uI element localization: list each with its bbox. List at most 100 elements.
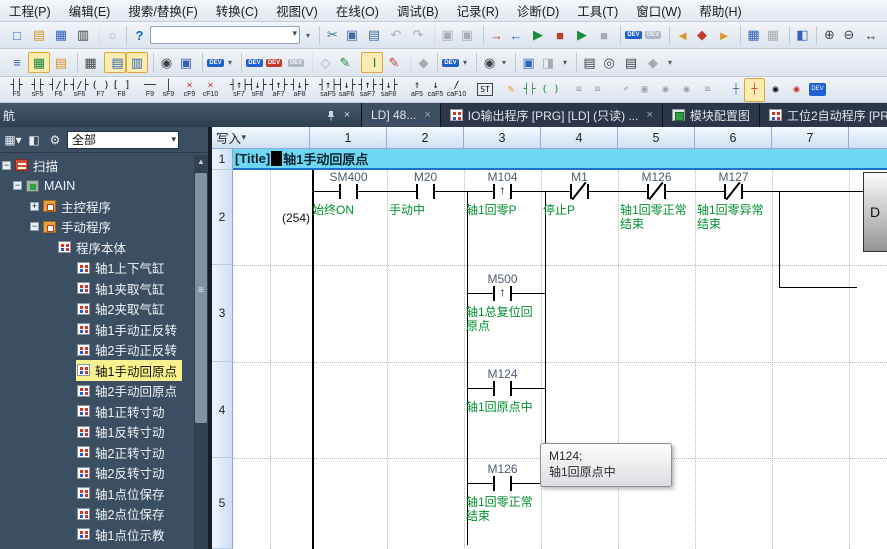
document-tab[interactable]: 工位2自动程序 [PRG] [LD] 20... xyxy=(760,103,887,127)
ladder-contact-cell[interactable]: SM400 ↑ 始终ON xyxy=(310,170,387,242)
delete-vertical-line-button[interactable]: ×cF10 xyxy=(200,78,221,102)
open-project-button[interactable]: ▤ xyxy=(28,25,50,46)
find-contact-button[interactable]: ◉ xyxy=(765,78,786,102)
find-prev-button[interactable]: ◉ xyxy=(655,78,676,102)
new-project-button[interactable]: □ xyxy=(6,25,28,46)
cut-button[interactable]: ✂ xyxy=(319,25,341,46)
pin-icon[interactable] xyxy=(323,107,339,123)
tree-item[interactable]: 轴2手动回原点 xyxy=(0,381,194,402)
expand-toggle[interactable]: − xyxy=(2,161,11,170)
device-display-dropdown-icon[interactable]: ▾ xyxy=(459,52,471,73)
tree-item[interactable]: 轴1点位示教 xyxy=(0,524,194,545)
tree-scrollbar[interactable]: ▲ xyxy=(194,155,208,549)
edit-ladder-button[interactable]: ✎ xyxy=(498,78,519,102)
tree-item[interactable]: 轴2点位保存 xyxy=(0,504,194,525)
ladder-contact-cell[interactable]: M104 ↑ 轴1回零P xyxy=(464,170,541,242)
menu-item[interactable]: 转换(C) xyxy=(207,0,267,22)
document-tab[interactable]: IO输出程序 [PRG] [LD] (只读) ... × xyxy=(441,103,663,127)
row-number[interactable]: 3 xyxy=(212,265,233,362)
tree-item[interactable]: 轴2反转寸动 xyxy=(0,463,194,484)
menu-item[interactable]: 诊断(D) xyxy=(508,0,568,22)
tab-close-icon[interactable]: × xyxy=(424,109,430,121)
statement-edit-button[interactable]: I xyxy=(361,52,383,73)
screen-find-button[interactable]: ▣ xyxy=(515,52,537,73)
falling-pulse-close-branch-button[interactable]: ┤↓├saF8 xyxy=(378,78,399,102)
statement-next-button[interactable]: ► xyxy=(713,25,735,46)
device-entry-monitor-button[interactable]: DEV xyxy=(241,52,263,73)
tree-item[interactable]: 轴1点位保存 xyxy=(0,483,194,504)
start-watch-button[interactable]: ▶ xyxy=(527,25,549,46)
row-number[interactable]: 4 xyxy=(212,362,233,458)
document-tab[interactable]: 模块配置图 xyxy=(663,103,760,127)
rising-pulse-branch-button[interactable]: ┤↑├saF5 xyxy=(315,78,336,102)
copy-button[interactable]: ▣ xyxy=(341,25,363,46)
tree-item[interactable]: + 主控程序 xyxy=(0,196,194,217)
menu-item[interactable]: 工程(P) xyxy=(0,0,60,22)
ladder-contact-cell[interactable]: M1 ↑ 停止P xyxy=(541,170,618,242)
run-write-mode-button[interactable]: ▦ xyxy=(28,52,50,73)
device-display-button[interactable]: DEV xyxy=(437,52,459,73)
result-rising-pulse-button[interactable]: ↓caF5 xyxy=(425,78,446,102)
falling-pulse-close-button[interactable]: ┤↓├aF8 xyxy=(289,78,310,102)
tree-item[interactable]: 轴2正转寸动 xyxy=(0,442,194,463)
tree-filter-dropdown[interactable]: 全部 xyxy=(67,131,179,149)
row-number[interactable]: 1 xyxy=(212,149,233,170)
intelligent-function-button[interactable]: ▤ xyxy=(576,52,598,73)
tree-item[interactable]: 轴1手动正反转 xyxy=(0,319,194,340)
result-invert-button[interactable]: ∕caF10 xyxy=(446,78,467,102)
rising-pulse-close-branch-button[interactable]: ┤↑├saF7 xyxy=(357,78,378,102)
tree-item[interactable]: 轴1夹取气缸 xyxy=(0,278,194,299)
device-test-button[interactable]: DEV xyxy=(620,25,642,46)
user-library-button[interactable]: ◆ xyxy=(642,52,664,73)
tree-item[interactable]: 轴2夹取气缸 xyxy=(0,299,194,320)
tree-item[interactable]: 轴1手动回原点 xyxy=(0,360,194,381)
ladder-contact-cell[interactable]: M124 ↑ 轴1回原点中 xyxy=(464,367,541,439)
device-block-monitor-button[interactable]: DEV xyxy=(285,52,307,73)
device-find-button[interactable]: ◉ xyxy=(476,52,498,73)
document-tab[interactable]: LD] 48... × xyxy=(362,103,441,127)
menu-item[interactable]: 在线(O) xyxy=(327,0,388,22)
paste-special-button[interactable]: ▣ xyxy=(434,25,456,46)
statement-prev-button[interactable]: ◄ xyxy=(669,25,691,46)
horizontal-line-button[interactable]: ──F9 xyxy=(137,78,158,102)
ladder-contact-cell[interactable]: M126 ↑ 轴1回零正常结束 xyxy=(618,170,695,242)
expand-toggle[interactable]: − xyxy=(30,222,39,231)
module-list-button[interactable]: ▤ xyxy=(620,52,642,73)
tree-item[interactable]: 程序本体 xyxy=(0,237,194,258)
instruction-block[interactable]: D xyxy=(863,172,887,252)
document-button[interactable]: ▣ xyxy=(634,78,655,102)
device-batch-dropdown-icon[interactable]: ▾ xyxy=(224,52,236,73)
edit-coil-button[interactable]: ( ) xyxy=(540,78,561,102)
tree-item[interactable]: 轴2手动正反转 xyxy=(0,340,194,361)
ladder-contact-cell[interactable]: M20 ↑ 手动中 xyxy=(387,170,464,242)
delete-horizontal-line-button[interactable]: ×cF9 xyxy=(179,78,200,102)
row-number[interactable]: 5 xyxy=(212,458,233,549)
zoom-out-button[interactable]: ⊖ xyxy=(838,25,860,46)
close-contact-button[interactable]: ┤/├F6 xyxy=(48,78,69,102)
parameter-chip-button[interactable]: ▦ xyxy=(77,52,99,73)
tree-item[interactable]: − MAIN xyxy=(0,176,194,197)
write-to-plc-button[interactable]: → xyxy=(483,25,505,46)
device-comment-display-button[interactable]: DEV xyxy=(807,78,828,102)
open-window-2-button[interactable]: ▦ xyxy=(762,25,784,46)
rung-title-row[interactable]: [Title]轴1手动回原点 xyxy=(233,149,887,170)
device-batch-monitor-button[interactable]: DEV xyxy=(202,52,224,73)
open-contact-button[interactable]: ┤├F5 xyxy=(6,78,27,102)
keyword-combobox[interactable] xyxy=(150,26,300,44)
module-tool-button[interactable]: ◎ xyxy=(598,52,620,73)
project-revision-button[interactable]: ○ xyxy=(99,25,121,46)
menu-item[interactable]: 搜索/替换(F) xyxy=(119,0,206,22)
vertical-line-button[interactable]: │sF9 xyxy=(158,78,179,102)
connection-display-button[interactable]: ┼ xyxy=(723,78,744,102)
save-project-button[interactable]: ▦ xyxy=(50,25,72,46)
module-filter-icon[interactable]: ▦▾ xyxy=(4,131,22,149)
window-layout-icon[interactable]: ◧ xyxy=(25,131,43,149)
window-cascade-button[interactable]: ◧ xyxy=(789,25,811,46)
paste-button[interactable]: ▤ xyxy=(363,25,385,46)
invert-result-button[interactable]: ↑aF5 xyxy=(404,78,425,102)
menu-item[interactable]: 窗口(W) xyxy=(627,0,690,22)
batch-note-button[interactable]: ≡ xyxy=(587,78,608,102)
device-find-dropdown-icon[interactable]: ▾ xyxy=(498,52,510,73)
menu-item[interactable]: 视图(V) xyxy=(267,0,327,22)
device-replace-button[interactable]: DEV xyxy=(263,52,285,73)
